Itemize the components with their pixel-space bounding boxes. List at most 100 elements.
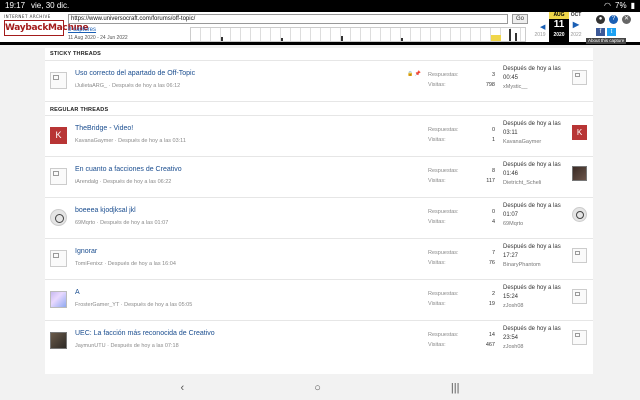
back-icon[interactable]: ‹	[181, 382, 185, 394]
share-icons: f t	[596, 28, 616, 36]
last-poster-avatar[interactable]	[572, 289, 587, 304]
thread-author[interactable]: JaymunUTU	[75, 343, 106, 349]
author-avatar[interactable]	[50, 250, 67, 267]
thread-time: Después de hoy a las 01:07	[100, 220, 169, 226]
last-post-user[interactable]: xMystic__	[503, 83, 573, 92]
last-poster-avatar[interactable]	[572, 166, 587, 181]
help-icon[interactable]: ?	[609, 15, 618, 24]
thread-title-link[interactable]: UEC: La facción más reconocida de Creati…	[75, 330, 215, 337]
views-count: 4	[491, 219, 495, 225]
stats-values: 8 117	[465, 166, 495, 186]
thread-author[interactable]: TomiFenixz	[75, 261, 103, 267]
stats-labels: Respuestas: Visitas:	[428, 248, 459, 268]
last-post-user[interactable]: zJosh08	[503, 302, 573, 311]
last-post-time: Después de hoy a las 01:46	[503, 162, 561, 177]
author-avatar[interactable]	[50, 72, 67, 89]
replies-count: 3	[491, 72, 495, 78]
thread-row: UEC: La facción más reconocida de Creati…	[45, 320, 593, 361]
replies-label: Respuestas:	[428, 168, 459, 174]
last-poster-avatar[interactable]	[572, 207, 587, 222]
next-capture-arrow-icon[interactable]: ▶	[566, 19, 586, 31]
stats-values: 04	[465, 207, 495, 227]
next-year[interactable]: OCT ▶ 2022	[566, 12, 586, 42]
author-avatar[interactable]	[50, 291, 67, 308]
thread-title-link[interactable]: TheBridge - Video!	[75, 125, 133, 132]
thread-author[interactable]: iJulietaARG_	[75, 83, 107, 89]
author-avatar[interactable]	[50, 332, 67, 349]
last-post-user[interactable]: Dietricht_Scheli	[503, 179, 573, 188]
replies-label: Respuestas:	[428, 127, 459, 133]
thread-meta: 69Mqrto · Después de hoy a las 01:07	[75, 220, 168, 226]
last-post-time: Después de hoy a las 00:45	[503, 66, 561, 81]
thread-author[interactable]: iArendalg	[75, 179, 98, 185]
url-input[interactable]: https://www.universocraft.com/forums/off…	[68, 14, 508, 24]
status-date: vie, 30 dic.	[31, 1, 70, 10]
replies-count: 7	[491, 250, 495, 256]
thread-author[interactable]: KavanaGaymer	[75, 138, 113, 144]
views-label: Visitas:	[428, 260, 446, 266]
captures-sparkline[interactable]	[190, 27, 526, 42]
author-avatar[interactable]	[50, 209, 67, 226]
lock-pin-icons: 🔒 📌	[407, 71, 421, 77]
last-post-info[interactable]: Después de hoy a las 03:11 KavanaGaymer	[503, 120, 573, 147]
last-post-time: Después de hoy a las 23:54	[503, 326, 561, 341]
last-post-time: Después de hoy a las 15:24	[503, 285, 561, 300]
status-time: 19:17	[5, 1, 26, 10]
last-post-info[interactable]: Después de hoy a las 00:45 xMystic__	[503, 65, 573, 92]
replies-label: Respuestas:	[428, 209, 459, 215]
thread-title-link[interactable]: A	[75, 289, 80, 296]
stats-values: 01	[465, 125, 495, 145]
prev-year[interactable]: 2019	[530, 12, 550, 42]
replies-count: 0	[491, 209, 495, 215]
last-poster-avatar[interactable]	[572, 330, 587, 345]
replies-label: Respuestas:	[428, 332, 459, 338]
twitter-icon[interactable]: t	[607, 28, 616, 36]
thread-row: Ignorar TomiFenixz · Después de hoy a las…	[45, 238, 593, 279]
last-post-user[interactable]: BinaryPhantom	[503, 261, 573, 270]
last-post-time: Después de hoy a las 03:11	[503, 121, 561, 136]
thread-time: Después de hoy a las 06:22	[103, 179, 172, 185]
wayback-logo[interactable]: INTERNET ARCHIVE WaybackMachine	[4, 14, 89, 40]
image-placeholder-icon	[575, 292, 580, 296]
close-icon[interactable]: ✕	[622, 15, 631, 24]
author-avatar[interactable]: K	[50, 127, 67, 144]
captures-link[interactable]: 8 captures	[68, 27, 96, 33]
last-post-info[interactable]: Después de hoy a las 01:46 Dietricht_Sche…	[503, 161, 573, 188]
thread-row: boeeea kjodjksal jkl 69Mqrto · Después de…	[45, 197, 593, 238]
about-capture-link[interactable]: About this capture	[586, 38, 627, 44]
stats-values: 7 76	[465, 248, 495, 268]
last-post-user[interactable]: KavanaGaymer	[503, 138, 573, 147]
thread-meta: JaymunUTU · Después de hoy a las 07:18	[75, 343, 179, 349]
last-post-info[interactable]: Después de hoy a las 17:27 BinaryPhantom	[503, 243, 573, 270]
last-poster-avatar[interactable]: K	[572, 125, 587, 140]
views-label: Visitas:	[428, 301, 446, 307]
thread-author[interactable]: FrosterGamer_YT	[75, 302, 119, 308]
last-post-info[interactable]: Después de hoy a las 23:54 zJosh08	[503, 325, 573, 352]
stats-labels: Respuestas: Visitas:	[428, 70, 459, 90]
views-label: Visitas:	[428, 178, 446, 184]
replies-count: 14	[488, 332, 495, 338]
last-poster-avatar[interactable]	[572, 70, 587, 85]
author-avatar[interactable]	[50, 168, 67, 185]
replies-label: Respuestas:	[428, 250, 459, 256]
views-count: 467	[485, 342, 495, 348]
thread-author[interactable]: 69Mqrto	[75, 220, 95, 226]
last-post-time: Después de hoy a las 17:27	[503, 244, 561, 259]
views-label: Visitas:	[428, 219, 446, 225]
recents-icon[interactable]: |||	[451, 382, 460, 394]
last-post-info[interactable]: Después de hoy a las 15:24 zJosh08	[503, 284, 573, 311]
thread-title-link[interactable]: Ignorar	[75, 248, 97, 255]
last-post-user[interactable]: 69Mqrto	[503, 220, 573, 229]
last-post-user[interactable]: zJosh08	[503, 343, 573, 352]
facebook-icon[interactable]: f	[596, 28, 605, 36]
thread-title-link[interactable]: En cuanto a facciones de Creativo	[75, 166, 182, 173]
user-icon[interactable]: ●	[596, 15, 605, 24]
last-post-info[interactable]: Después de hoy a las 01:07 69Mqrto	[503, 202, 573, 229]
android-nav-bar: ‹ ○ |||	[0, 375, 640, 400]
last-poster-avatar[interactable]	[572, 248, 587, 263]
thread-title-link[interactable]: Uso correcto del apartado de Off-Topic	[75, 70, 195, 77]
home-icon[interactable]: ○	[314, 382, 321, 394]
views-label: Visitas:	[428, 137, 446, 143]
thread-title-link[interactable]: boeeea kjodjksal jkl	[75, 207, 136, 214]
go-button[interactable]: Go	[512, 14, 528, 24]
